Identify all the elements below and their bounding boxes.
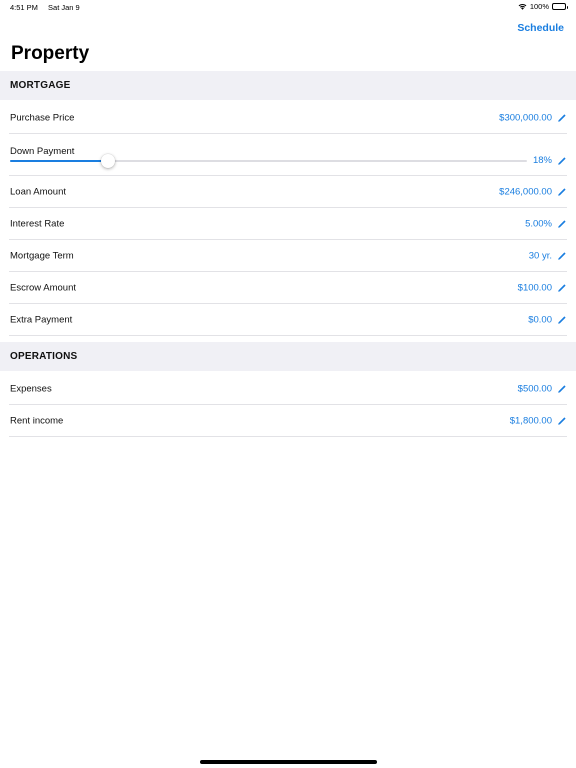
row-value[interactable]: $246,000.00 — [499, 187, 552, 198]
wifi-icon — [518, 3, 527, 10]
row-label: Expenses — [10, 383, 52, 395]
status-right: 100% — [518, 2, 568, 11]
row-label: Interest Rate — [10, 218, 65, 230]
status-bar: 4:51 PM Sat Jan 9 100% — [0, 0, 576, 14]
row-label: Loan Amount — [10, 186, 66, 198]
pencil-icon[interactable] — [557, 113, 567, 123]
row-down-payment: Down Payment 18% — [0, 134, 576, 176]
pencil-icon[interactable] — [557, 384, 567, 394]
pencil-icon[interactable] — [557, 416, 567, 426]
row-loan-amount[interactable]: Loan Amount $246,000.00 — [0, 176, 576, 208]
row-label: Escrow Amount — [10, 282, 76, 294]
row-label: Rent income — [10, 415, 64, 427]
pencil-icon[interactable] — [557, 251, 567, 261]
row-value[interactable]: 18% — [533, 155, 552, 166]
pencil-icon[interactable] — [557, 219, 567, 229]
slider-thumb[interactable] — [101, 154, 116, 168]
page-title: Property — [11, 43, 90, 64]
row-label: Purchase Price — [10, 112, 75, 124]
section-header-operations: OPERATIONS — [0, 342, 576, 371]
home-indicator[interactable] — [200, 760, 377, 764]
status-left: 4:51 PM Sat Jan 9 — [10, 3, 88, 12]
battery-icon — [552, 3, 568, 10]
row-label: Mortgage Term — [10, 250, 74, 262]
schedule-button[interactable]: Schedule — [517, 22, 564, 34]
row-value[interactable]: $500.00 — [518, 384, 552, 395]
slider-fill — [10, 160, 109, 162]
row-value[interactable]: $100.00 — [518, 283, 552, 294]
row-expenses[interactable]: Expenses $500.00 — [0, 373, 576, 405]
row-label: Extra Payment — [10, 314, 73, 326]
row-value[interactable]: 30 yr. — [529, 251, 552, 262]
row-value[interactable]: $1,800.00 — [510, 416, 552, 427]
down-payment-slider[interactable] — [10, 154, 527, 168]
pencil-icon[interactable] — [557, 156, 567, 166]
battery-percent: 100% — [529, 2, 549, 11]
row-mortgage-term[interactable]: Mortgage Term 30 yr. — [0, 240, 576, 272]
pencil-icon[interactable] — [557, 187, 567, 197]
section-header-mortgage: MORTGAGE — [0, 71, 576, 100]
row-value[interactable]: $0.00 — [528, 315, 552, 326]
status-date: Sat Jan 9 — [48, 3, 80, 12]
row-interest-rate[interactable]: Interest Rate 5.00% — [0, 208, 576, 240]
row-escrow-amount[interactable]: Escrow Amount $100.00 — [0, 272, 576, 304]
row-rent-income[interactable]: Rent income $1,800.00 — [0, 405, 576, 437]
status-time: 4:51 PM — [10, 3, 38, 12]
pencil-icon[interactable] — [557, 283, 567, 293]
row-extra-payment[interactable]: Extra Payment $0.00 — [0, 304, 576, 336]
row-purchase-price[interactable]: Purchase Price $300,000.00 — [0, 102, 576, 134]
row-value[interactable]: 5.00% — [525, 219, 552, 230]
pencil-icon[interactable] — [557, 315, 567, 325]
row-label: Down Payment — [10, 146, 75, 157]
row-value[interactable]: $300,000.00 — [499, 113, 552, 124]
